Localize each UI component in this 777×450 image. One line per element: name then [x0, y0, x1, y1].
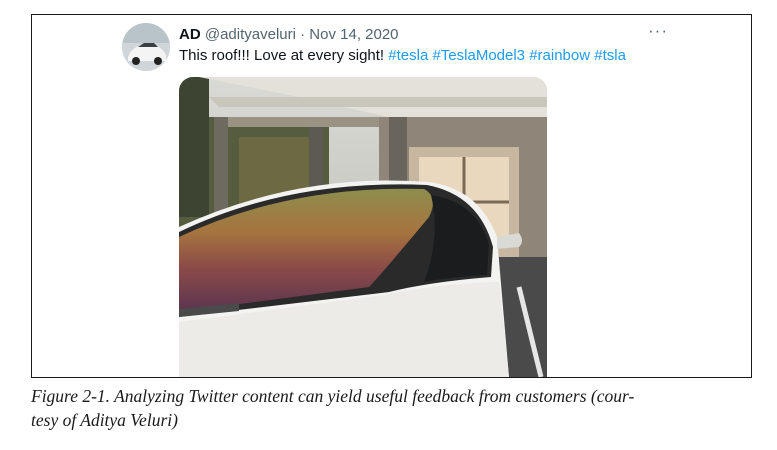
tweet-header: AD @adityaveluri · Nov 14, 2020	[179, 26, 399, 43]
figure-frame: AD @adityaveluri · Nov 14, 2020 ··· This…	[31, 14, 752, 378]
avatar[interactable]	[122, 23, 170, 71]
more-options-icon[interactable]: ···	[648, 21, 668, 41]
display-name[interactable]: AD	[179, 26, 201, 43]
hashtag-link[interactable]: #TeslaModel3	[432, 47, 525, 64]
tweet-photo[interactable]	[179, 77, 547, 377]
separator-dot: ·	[300, 26, 306, 43]
tweet-date[interactable]: Nov 14, 2020	[309, 26, 398, 43]
figure-caption: Figure 2-1. Analyzing Twitter content ca…	[31, 384, 751, 432]
tweet-body: This roof!!! Love at every sight!	[179, 47, 385, 64]
caption-line: Figure 2-1. Analyzing Twitter content ca…	[31, 386, 635, 406]
tweet-text: This roof!!! Love at every sight! #tesla…	[179, 47, 626, 64]
hashtag-link[interactable]: #tsla	[594, 47, 626, 64]
caption-line: tesy of Aditya Veluri)	[31, 410, 178, 430]
hashtag-link[interactable]: #rainbow	[529, 47, 590, 64]
user-handle[interactable]: @adityaveluri	[205, 26, 296, 43]
car-roof-photo	[179, 77, 547, 377]
hashtag-link[interactable]: #tesla	[388, 47, 428, 64]
avatar-car-image	[122, 23, 170, 71]
